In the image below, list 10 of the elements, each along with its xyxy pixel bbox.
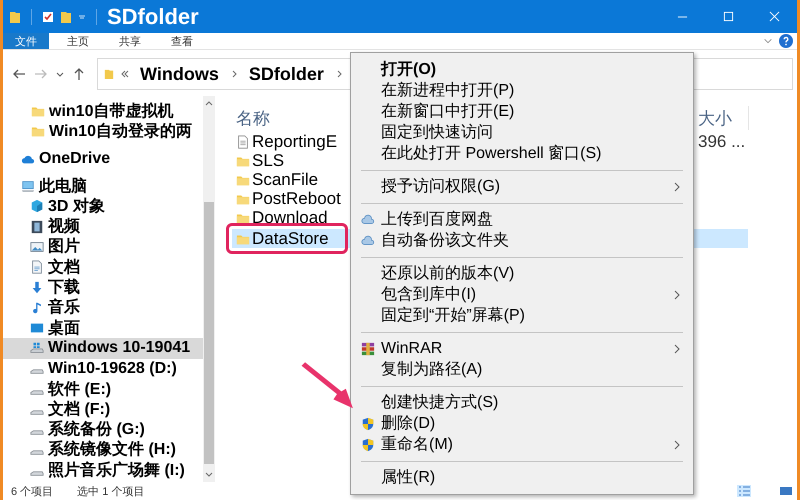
- file-name: Download: [252, 208, 328, 228]
- file-name: DataStore: [252, 228, 329, 248]
- file-name: SLS: [252, 150, 284, 170]
- window-title: SDfolder: [107, 4, 199, 30]
- file-name: ScanFile: [252, 170, 318, 190]
- selection-count: 选中 1 个项目: [77, 484, 144, 498]
- file-size: 396 ...: [698, 132, 746, 152]
- item-count: 6 个项目: [11, 484, 54, 498]
- file-name: ReportingE: [252, 132, 338, 152]
- file-name: PostReboot: [252, 188, 341, 208]
